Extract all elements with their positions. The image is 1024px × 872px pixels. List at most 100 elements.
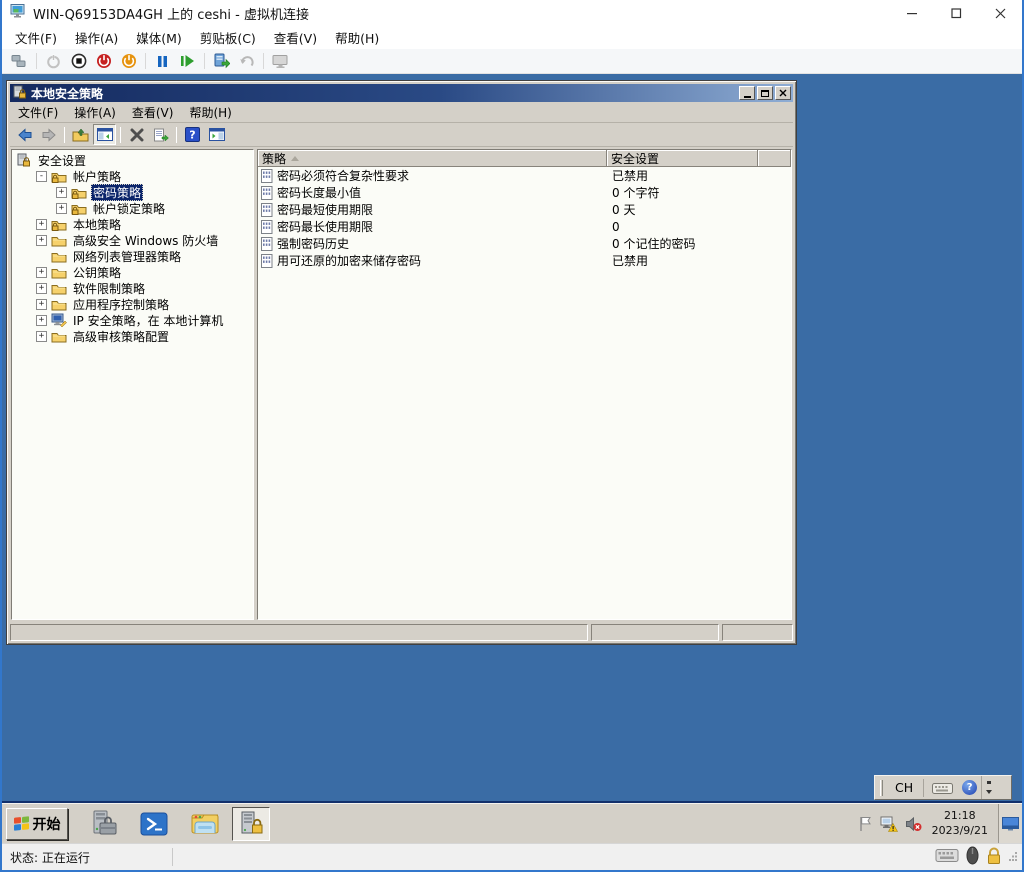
language-indicator[interactable]: CH	[888, 780, 920, 795]
tree-item[interactable]: + 高级安全 Windows 防火墙	[12, 232, 253, 248]
secure-connection-lock-icon	[986, 847, 1002, 868]
mmc-menu-view[interactable]: 查看(V)	[124, 102, 182, 123]
taskbar-clock[interactable]: 21:18 2023/9/21	[929, 809, 991, 838]
list-header: 策略 安全设置	[258, 150, 791, 167]
forward-button[interactable]	[37, 124, 60, 145]
show-console-tree-button[interactable]	[93, 124, 116, 145]
menu-view[interactable]: 查看(V)	[265, 26, 326, 49]
mmc-minimize-button[interactable]	[739, 86, 755, 100]
minimize-button[interactable]	[890, 0, 934, 26]
revert-button[interactable]	[234, 50, 259, 72]
language-bar-grip[interactable]	[880, 780, 883, 796]
toolbar	[2, 49, 1022, 74]
resume-button[interactable]	[175, 50, 200, 72]
table-row[interactable]: 密码必须符合复杂性要求 已禁用	[258, 167, 791, 184]
status-panel	[10, 624, 588, 641]
toolbar-separator	[176, 127, 177, 143]
tree-item[interactable]: + 密码策略	[12, 184, 253, 200]
tree-expand-toggle[interactable]: +	[36, 331, 47, 342]
tree-item[interactable]: + IP 安全策略，在 本地计算机	[12, 312, 253, 328]
enhanced-session-button[interactable]	[268, 50, 293, 72]
back-button[interactable]	[13, 124, 36, 145]
menu-help[interactable]: 帮助(H)	[326, 26, 388, 49]
close-button[interactable]	[978, 0, 1022, 26]
tree-expand-toggle[interactable]: +	[56, 187, 67, 198]
mmc-menu-file[interactable]: 文件(F)	[10, 102, 66, 123]
tree-expand-toggle[interactable]: -	[36, 171, 47, 182]
up-level-button[interactable]	[69, 124, 92, 145]
mouse-capture-icon[interactable]	[966, 846, 979, 868]
tree-expand-toggle[interactable]: +	[36, 235, 47, 246]
tree-item[interactable]: + 高级审核策略配置	[12, 328, 253, 344]
powershell-icon[interactable]	[139, 809, 169, 839]
status-panel	[591, 624, 719, 641]
menu-clipboard[interactable]: 剪贴板(C)	[191, 26, 265, 49]
toolbar-separator	[263, 53, 264, 69]
start-vm-button[interactable]	[41, 50, 66, 72]
tree-item[interactable]: + 软件限制策略	[12, 280, 253, 296]
show-desktop-button[interactable]	[998, 804, 1022, 843]
toolbar-separator	[145, 53, 146, 69]
tree-expand-toggle[interactable]: +	[36, 267, 47, 278]
action-center-flag-icon[interactable]	[858, 815, 873, 832]
windows-explorer-icon[interactable]	[190, 809, 220, 839]
shut-down-button[interactable]	[116, 50, 141, 72]
maximize-button[interactable]	[934, 0, 978, 26]
table-row[interactable]: 密码最长使用期限 0	[258, 218, 791, 235]
tree-expand-toggle[interactable]: +	[36, 315, 47, 326]
policy-setting-value: 0 天	[607, 201, 635, 218]
mmc-maximize-button[interactable]	[757, 86, 773, 100]
help-button[interactable]: ?	[181, 124, 204, 145]
table-row[interactable]: 密码最短使用期限 0 天	[258, 201, 791, 218]
tree-item[interactable]: + 应用程序控制策略	[12, 296, 253, 312]
keyboard-layout-icon[interactable]	[927, 781, 958, 795]
tree-item-label: 帐户锁定策略	[91, 200, 167, 217]
turn-off-button[interactable]	[91, 50, 116, 72]
mmc-close-button[interactable]	[775, 86, 791, 100]
language-bar-help-icon[interactable]: ?	[962, 780, 977, 795]
tree-item[interactable]: + 公钥策略	[12, 264, 253, 280]
status-panel	[722, 624, 793, 641]
table-row[interactable]: 强制密码历史 0 个记住的密码	[258, 235, 791, 252]
menu-action[interactable]: 操作(A)	[66, 26, 127, 49]
ctrl-alt-del-button[interactable]	[7, 50, 32, 72]
tree-item-label: 应用程序控制策略	[71, 296, 171, 313]
tree-expand-toggle[interactable]: +	[36, 299, 47, 310]
mmc-titlebar[interactable]: 本地安全策略	[10, 84, 793, 102]
tree-item[interactable]: 网络列表管理器策略	[12, 248, 253, 264]
resize-grip[interactable]	[1009, 850, 1018, 864]
column-header-policy[interactable]: 策略	[258, 150, 607, 167]
language-bar-options-icon[interactable]	[981, 776, 996, 799]
menu-media[interactable]: 媒体(M)	[127, 26, 191, 49]
policy-name: 用可还原的加密来储存密码	[277, 252, 421, 269]
export-list-button[interactable]	[149, 124, 172, 145]
keyboard-capture-icon[interactable]	[935, 847, 959, 867]
menubar: 文件(F) 操作(A) 媒体(M) 剪贴板(C) 查看(V) 帮助(H)	[2, 26, 1022, 49]
show-action-pane-button[interactable]	[205, 124, 228, 145]
table-row[interactable]: 密码长度最小值 0 个字符	[258, 184, 791, 201]
tree-expand-toggle[interactable]: +	[36, 283, 47, 294]
vmconnect-app-icon	[10, 3, 27, 23]
clock-date: 2023/9/21	[932, 824, 988, 838]
mmc-menu-help[interactable]: 帮助(H)	[181, 102, 239, 123]
delete-button[interactable]	[125, 124, 148, 145]
column-header-security-setting[interactable]: 安全设置	[607, 150, 758, 167]
tree-item[interactable]: + 本地策略	[12, 216, 253, 232]
save-vm-button[interactable]	[66, 50, 91, 72]
checkpoint-button[interactable]	[209, 50, 234, 72]
tree-item[interactable]: - 帐户策略	[12, 168, 253, 184]
tree-item[interactable]: 安全设置	[12, 152, 253, 168]
tree-expand-toggle[interactable]: +	[56, 203, 67, 214]
volume-muted-icon[interactable]	[905, 816, 922, 832]
table-row[interactable]: 用可还原的加密来储存密码 已禁用	[258, 252, 791, 269]
start-button[interactable]: 开始	[6, 808, 68, 840]
tree-expand-toggle[interactable]: +	[36, 219, 47, 230]
guest-taskbar: 开始	[2, 803, 1022, 843]
tree-item[interactable]: + 帐户锁定策略	[12, 200, 253, 216]
mmc-menu-action[interactable]: 操作(A)	[66, 102, 124, 123]
pause-button[interactable]	[150, 50, 175, 72]
menu-file[interactable]: 文件(F)	[6, 26, 66, 49]
server-manager-icon[interactable]	[88, 809, 118, 839]
taskbar-active-task-local-security-policy[interactable]	[232, 807, 270, 841]
network-status-icon[interactable]	[880, 815, 898, 832]
